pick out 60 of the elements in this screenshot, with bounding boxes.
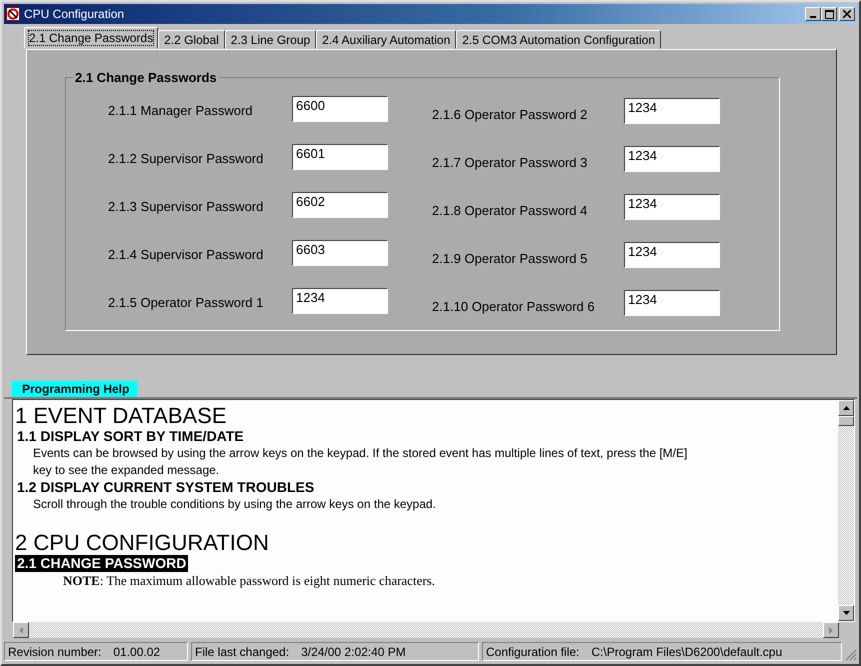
help-heading: 2 CPU CONFIGURATION [15,531,270,555]
scroll-left-button[interactable] [13,622,29,638]
close-icon [843,10,851,18]
left-arrow-icon [19,626,23,634]
status-label: File last changed: [195,644,290,658]
field-label: 2.1.4 Supervisor Password [108,246,264,262]
scroll-thumb[interactable] [838,416,854,426]
password-field[interactable]: 6601 [292,144,388,170]
maximize-button[interactable] [821,7,837,21]
help-paragraph: Events can be browsed by using the arrow keys on the keypad. If the stored event has multiple lines of text, press the [M/E] key to see the expanded message. [32,445,688,479]
status-value: C:\Program Files\D6200\default.cpu [591,644,782,658]
field-label: 2.1.6 Operator Password 2 [432,106,588,122]
field-label: 2.1.1 Manager Password [108,102,254,118]
tab[interactable]: 2.4 Auxiliary Automation [316,30,456,49]
field-label: 2.1.5 Operator Password 1 [108,294,264,310]
status-label: Revision number: [8,644,102,658]
tab[interactable]: 2.2 Global [158,30,225,49]
right-arrow-icon [829,626,833,634]
help-heading: 1 EVENT DATABASE [15,404,228,428]
help-title: Programming Help [12,381,138,397]
field-label: 2.1.10 Operator Password 6 [432,298,596,314]
password-field[interactable]: 1234 [624,242,720,268]
maximize-icon [824,10,834,18]
field-label: 2.1.3 Supervisor Password [108,198,264,214]
status-label: Configuration file: [486,644,580,658]
password-field[interactable]: 6603 [292,240,388,266]
vertical-scrollbar[interactable] [838,400,854,621]
status-value: 01.00.02 [113,644,160,658]
password-field[interactable]: 1234 [292,288,388,314]
password-field[interactable]: 1234 [624,98,720,124]
resize-grip-icon [845,649,857,661]
help-subheading: 2.1 CHANGE PASSWORD [15,555,188,572]
password-field[interactable]: 1234 [624,146,720,172]
tab[interactable]: 2.1 Change Passwords [24,27,158,49]
password-field[interactable]: 1234 [624,290,720,316]
password-field[interactable]: 1234 [624,194,720,220]
scroll-right-button[interactable] [823,622,839,638]
tab[interactable]: 2.3 Line Group [224,30,316,49]
close-button[interactable] [839,7,855,21]
up-arrow-icon [842,406,850,410]
field-label: 2.1.8 Operator Password 4 [432,202,588,218]
app-icon [6,7,20,21]
field-label: 2.1.9 Operator Password 5 [432,250,588,266]
tab[interactable]: 2.5 COM3 Automation Configuration [456,30,662,49]
scroll-up-button[interactable] [838,400,854,416]
group-title: 2.1 Change Passwords [73,70,219,85]
password-field[interactable]: 6600 [292,96,388,122]
help-note: NOTE: The maximum allowable password is eight numeric characters. [62,572,436,590]
field-label: 2.1.7 Operator Password 3 [432,154,588,170]
help-subheading: 1.2 DISPLAY CURRENT SYSTEM TROUBLES [16,479,316,496]
scroll-down-button[interactable] [838,605,854,621]
password-field[interactable]: 6602 [292,192,388,218]
help-paragraph: Scroll through the trouble conditions by using the arrow keys on the keypad. [32,496,437,513]
field-label: 2.1.2 Supervisor Password [108,150,264,166]
minimize-button[interactable] [805,7,821,21]
down-arrow-icon [842,611,850,615]
help-subheading: 1.1 DISPLAY SORT BY TIME/DATE [16,428,245,445]
horizontal-scrollbar[interactable] [13,622,855,638]
window-title: CPU Configuration [24,7,126,21]
status-value: 3/24/00 2:02:40 PM [301,644,406,658]
